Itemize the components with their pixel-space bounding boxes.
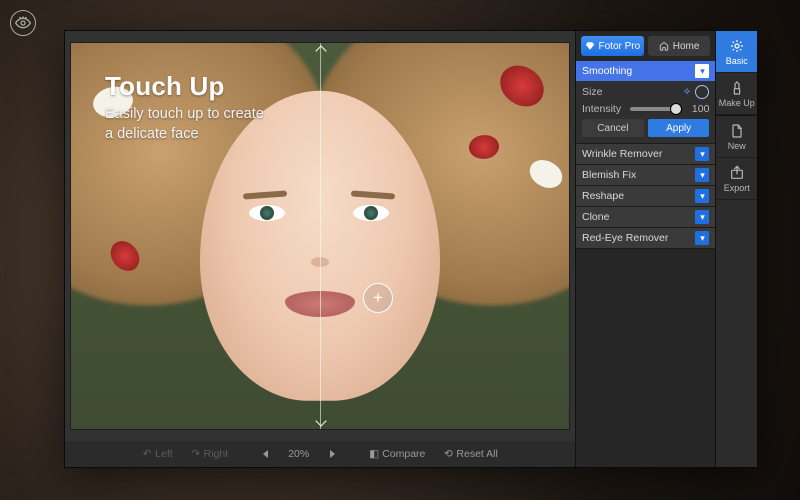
size-row: Size ✧ — [582, 85, 709, 99]
rotate-left-label: Left — [155, 448, 173, 460]
chevron-down-icon: ▾ — [695, 147, 709, 161]
home-button[interactable]: Home — [648, 36, 711, 56]
chevron-down-icon: ▾ — [695, 231, 709, 245]
reset-all-label: Reset All — [456, 448, 497, 460]
canvas-wrap: Touch Up Easily touch up to create a del… — [65, 31, 575, 441]
compare-icon: ◧ — [369, 449, 379, 459]
file-icon — [729, 123, 745, 139]
rotate-left-icon: ↶ — [142, 449, 152, 459]
rail-new-label: New — [728, 141, 746, 151]
canvas-bottom-bar: ↶ Left ↷ Right 20% ◧ Compare ⟲ R — [65, 441, 575, 467]
panel-top-buttons: Fotor Pro Home — [576, 31, 715, 61]
right-rail: Basic Make Up New Export — [716, 31, 757, 467]
blemish-fix-header[interactable]: Blemish Fix ▾ — [576, 165, 715, 185]
chevron-down-icon: ▾ — [695, 189, 709, 203]
preview-eye-button[interactable] — [10, 10, 36, 36]
cancel-label: Cancel — [597, 123, 628, 134]
triangle-left-icon — [263, 450, 268, 458]
export-icon — [729, 165, 745, 181]
diamond-icon — [585, 41, 595, 51]
wrinkle-remover-header[interactable]: Wrinkle Remover ▾ — [576, 144, 715, 164]
rail-export-label: Export — [724, 183, 750, 193]
smoothing-body: Size ✧ Intensity 100 Cance — [576, 81, 715, 143]
overlay-title: Touch Up — [105, 71, 225, 102]
rotate-right-label: Right — [204, 448, 229, 460]
sparkle-icon — [729, 38, 745, 54]
decorative-eye — [249, 205, 285, 221]
clone-header[interactable]: Clone ▾ — [576, 207, 715, 227]
home-label: Home — [673, 41, 700, 52]
chevron-down-icon: ▾ — [695, 210, 709, 224]
app-window: Touch Up Easily touch up to create a del… — [64, 30, 758, 468]
brush-link-icon[interactable]: ✧ — [683, 86, 692, 98]
rail-export[interactable]: Export — [716, 158, 757, 200]
rotate-right-icon: ↷ — [191, 449, 201, 459]
red-eye-remover-header[interactable]: Red-Eye Remover ▾ — [576, 228, 715, 248]
clone-label: Clone — [582, 211, 609, 223]
zoom-value: 20% — [288, 448, 309, 460]
decorative-eye — [353, 205, 389, 221]
image-canvas[interactable]: Touch Up Easily touch up to create a del… — [71, 43, 569, 429]
rotate-left-button[interactable]: ↶ Left — [136, 446, 179, 462]
plus-icon: + — [373, 288, 383, 308]
rail-new[interactable]: New — [716, 116, 757, 158]
compare-divider[interactable] — [320, 43, 321, 429]
chevron-down-icon: ▾ — [695, 64, 709, 78]
intensity-label: Intensity — [582, 103, 626, 115]
intensity-row: Intensity 100 — [582, 103, 709, 115]
tools-panel: Fotor Pro Home Smoothing ▾ Size ✧ — [576, 31, 716, 467]
triangle-right-icon — [330, 450, 335, 458]
size-label: Size — [582, 86, 626, 98]
red-eye-remover-label: Red-Eye Remover — [582, 232, 668, 244]
reshape-header[interactable]: Reshape ▾ — [576, 186, 715, 206]
apply-label: Apply — [666, 123, 691, 134]
rotate-right-button[interactable]: ↷ Right — [185, 446, 235, 462]
section-smoothing: Smoothing ▾ Size ✧ Intensity — [576, 61, 715, 144]
lipstick-icon — [729, 80, 745, 96]
zoom-level[interactable]: 20% — [282, 446, 315, 462]
eye-icon — [15, 15, 31, 31]
chevron-down-icon: ▾ — [695, 168, 709, 182]
cancel-button[interactable]: Cancel — [582, 119, 644, 137]
compare-label: Compare — [382, 448, 425, 460]
rail-makeup[interactable]: Make Up — [716, 73, 757, 115]
rail-makeup-label: Make Up — [719, 98, 755, 108]
smoothing-header[interactable]: Smoothing ▾ — [576, 61, 715, 81]
reset-all-button[interactable]: ⟲ Reset All — [437, 446, 503, 462]
wrinkle-remover-label: Wrinkle Remover — [582, 148, 662, 160]
overlay-subtitle: Easily touch up to create a delicate fac… — [105, 105, 264, 144]
intensity-slider[interactable] — [630, 107, 681, 111]
rail-basic[interactable]: Basic — [716, 31, 757, 73]
brush-preview[interactable] — [695, 85, 709, 99]
canvas-column: Touch Up Easily touch up to create a del… — [65, 31, 576, 467]
workspace: Touch Up Easily touch up to create a del… — [65, 31, 757, 467]
apply-button[interactable]: Apply — [648, 119, 710, 137]
intensity-value: 100 — [685, 103, 709, 115]
fotor-pro-label: Fotor Pro — [599, 41, 641, 52]
reshape-label: Reshape — [582, 190, 624, 202]
zoom-out-button[interactable] — [254, 447, 276, 461]
home-icon — [659, 41, 669, 51]
reset-icon: ⟲ — [443, 449, 453, 459]
smoothing-buttons: Cancel Apply — [582, 119, 709, 137]
smoothing-title: Smoothing — [582, 65, 632, 77]
zoom-in-button[interactable] — [321, 447, 343, 461]
blemish-fix-label: Blemish Fix — [582, 169, 636, 181]
compare-button[interactable]: ◧ Compare — [363, 446, 431, 462]
fotor-pro-button[interactable]: Fotor Pro — [581, 36, 644, 56]
add-point-handle[interactable]: + — [363, 283, 393, 313]
rail-basic-label: Basic — [726, 56, 748, 66]
